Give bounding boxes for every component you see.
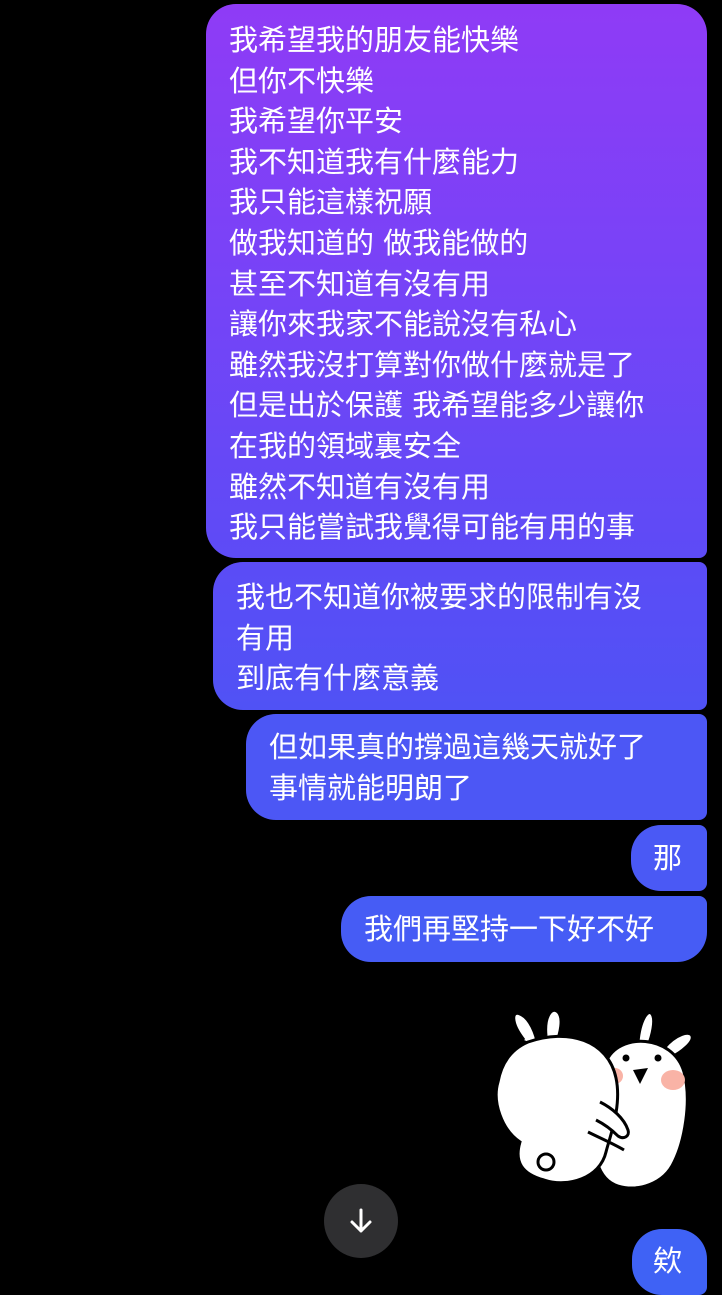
hugging-rabbits-sticker[interactable] [488,1002,703,1197]
message-bubble[interactable]: 我們再堅持一下好不好 [341,896,707,962]
message-bubble[interactable]: 我希望我的朋友能快樂 但你不快樂 我希望你平安 我不知道我有什麼能力 我只能這樣… [206,4,707,558]
sticker-image [494,1008,694,1190]
message-bubble[interactable]: 那 [631,825,707,891]
message-bubble[interactable]: 但如果真的撐過這幾天就好了 事情就能明朗了 [246,714,707,820]
message-bubble[interactable]: 我也不知道你被要求的限制有沒 有用 到底有什麼意義 [213,562,707,710]
scroll-to-bottom-button[interactable] [324,1184,398,1258]
arrow-down-icon [346,1206,376,1236]
message-bubble[interactable]: 欸 [632,1229,707,1295]
message-thread[interactable]: 我希望我的朋友能快樂 但你不快樂 我希望你平安 我不知道我有什麼能力 我只能這樣… [0,0,722,1295]
